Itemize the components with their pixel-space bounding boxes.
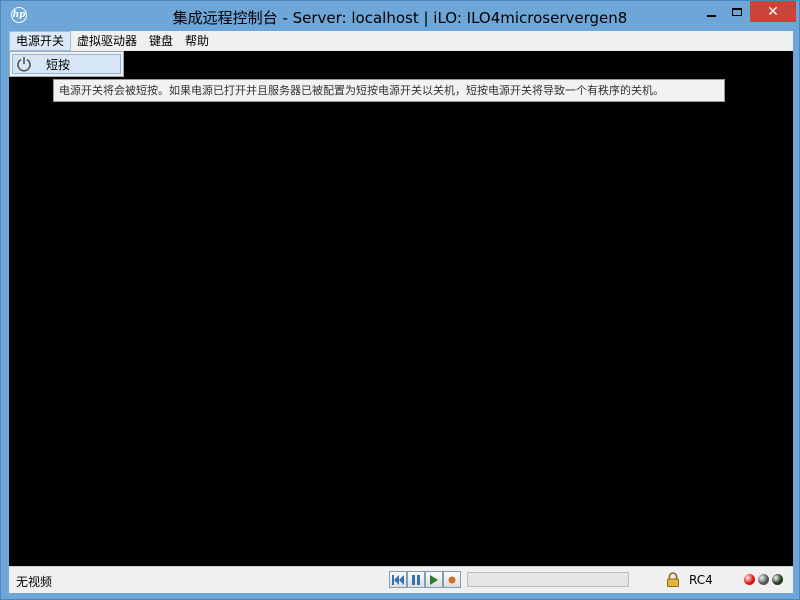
gray-led-icon bbox=[758, 574, 769, 585]
lock-icon bbox=[667, 572, 679, 587]
skip-back-icon bbox=[392, 574, 404, 585]
pause-button[interactable] bbox=[407, 571, 425, 588]
dark-led-icon bbox=[772, 574, 783, 585]
menu-item-momentary-press[interactable]: 短按 bbox=[12, 54, 121, 74]
status-bar: 无视频 RC4 bbox=[9, 566, 793, 593]
close-button[interactable]: ✕ bbox=[750, 1, 796, 22]
console-area[interactable]: 电源开关 虚拟驱动器 键盘 帮助 短按 电源开关将会被短按。如果电源已打开并且服… bbox=[9, 31, 793, 593]
power-menu-dropdown: 短按 bbox=[9, 51, 124, 77]
menu-item-label: 短按 bbox=[46, 57, 71, 72]
maximize-icon bbox=[732, 7, 742, 16]
menu-virtual-drives[interactable]: 虚拟驱动器 bbox=[71, 31, 143, 51]
play-icon bbox=[430, 574, 438, 585]
menu-keyboard[interactable]: 键盘 bbox=[143, 31, 179, 51]
tooltip: 电源开关将会被短按。如果电源已打开并且服务器已被配置为短按电源开关以关机，短按电… bbox=[53, 79, 725, 102]
status-leds bbox=[744, 574, 783, 585]
pause-icon bbox=[412, 574, 420, 585]
minimize-icon bbox=[706, 14, 716, 17]
record-button[interactable] bbox=[443, 571, 461, 588]
encryption-label: RC4 bbox=[689, 573, 713, 587]
window-title: 集成远程控制台 - Server: localhost | iLO: ILO4m… bbox=[172, 9, 628, 27]
menu-help[interactable]: 帮助 bbox=[179, 31, 215, 51]
menu-power[interactable]: 电源开关 bbox=[9, 31, 72, 51]
record-icon bbox=[448, 576, 456, 583]
skip-back-button[interactable] bbox=[389, 571, 407, 588]
menu-bar: 电源开关 虚拟驱动器 键盘 帮助 bbox=[9, 31, 793, 51]
video-status: 无视频 bbox=[16, 575, 53, 589]
power-icon bbox=[17, 57, 31, 72]
maximize-button[interactable] bbox=[724, 1, 750, 22]
playback-progress bbox=[467, 572, 629, 587]
playback-controls bbox=[389, 571, 461, 588]
console-window: hp 集成远程控制台 - Server: localhost | iLO: IL… bbox=[0, 0, 800, 600]
title-bar[interactable]: hp 集成远程控制台 - Server: localhost | iLO: IL… bbox=[1, 1, 799, 31]
close-icon: ✕ bbox=[767, 3, 779, 20]
minimize-button[interactable] bbox=[698, 1, 724, 22]
red-led-icon bbox=[744, 574, 755, 585]
play-button[interactable] bbox=[425, 571, 443, 588]
